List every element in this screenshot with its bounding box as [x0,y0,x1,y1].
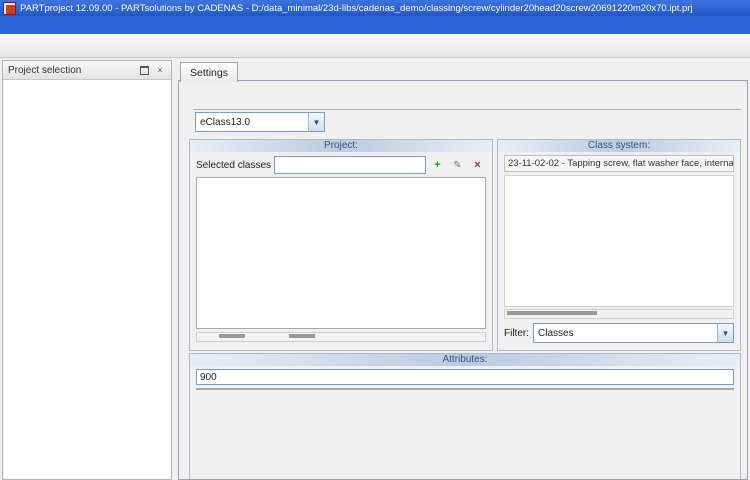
attributes-filter-input[interactable] [196,369,734,385]
window-title: PARTproject 12.09.00 - PARTsolutions by … [20,2,693,14]
class-system-row: eClass13.0 ▼ [195,112,739,132]
title-bar: PARTproject 12.09.00 - PARTsolutions by … [0,0,750,16]
class-system-groupbox: Class system: 23-11-02-02 - Tapping scre… [497,139,741,351]
panel-header: Project selection × [3,61,171,80]
project-selection-panel: Project selection × [2,60,172,480]
class-system-title: Class system: [498,140,740,152]
chevron-down-icon: ▼ [308,113,324,131]
panel-title: Project selection [8,64,82,76]
tab-settings[interactable]: Settings [180,62,238,82]
classification-tabs [193,87,741,110]
horizontal-scrollbar[interactable] [196,332,486,342]
selected-classes-table [196,177,486,329]
selected-classes-label: Selected classes [196,159,272,171]
selected-classes-input[interactable] [274,156,426,174]
edit-class-icon[interactable]: ✎ [449,157,466,174]
eclass-dropdown[interactable]: eClass13.0 ▼ [195,112,325,132]
class-system-tree [504,175,734,307]
filter-dropdown[interactable]: Classes ▼ [533,323,734,343]
eclass-dropdown-value: eClass13.0 [200,116,251,128]
current-class-field: 23-11-02-02 - Tapping screw, flat washer… [504,155,734,172]
project-groupbox-title: Project: [190,140,492,152]
menu-bar [0,16,750,34]
project-tree [4,80,170,478]
chevron-down-icon: ▼ [717,324,733,342]
attributes-groupbox: Attributes: [189,353,741,479]
horizontal-scrollbar[interactable] [504,309,734,319]
remove-class-icon[interactable]: × [469,157,486,174]
filter-label: Filter: [504,327,529,339]
filter-dropdown-value: Classes [538,327,574,339]
add-class-icon[interactable]: + [429,157,446,174]
app-icon [3,1,16,15]
project-groupbox: Project: Selected classes + ✎ × [189,139,493,351]
tab-settings-label: Settings [190,66,228,79]
undock-icon[interactable] [136,63,152,78]
close-icon[interactable]: × [152,63,168,78]
toolbar [0,34,750,58]
attributes-table [196,388,734,390]
settings-content: eClass13.0 ▼ Project: Selected classes +… [178,80,748,480]
attributes-title: Attributes: [190,354,740,366]
